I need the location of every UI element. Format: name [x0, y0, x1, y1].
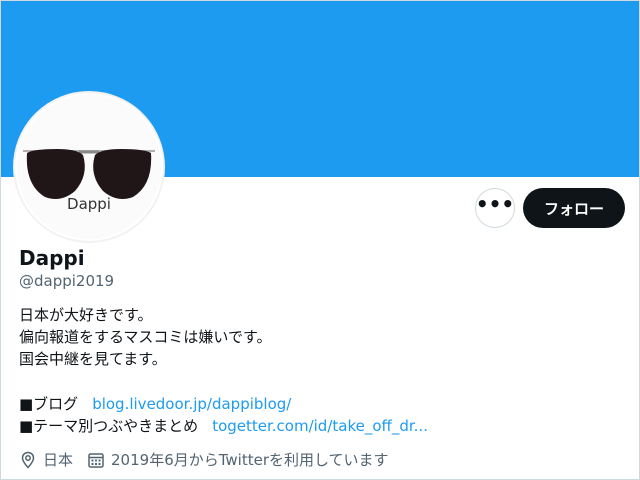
togetter-link[interactable]: togetter.com/id/take_off_dr...: [212, 417, 428, 435]
user-handle: @dappi2019: [19, 272, 115, 290]
location-text: 日本: [43, 451, 74, 469]
bio-link-row-togetter: ■テーマ別つぶやきまとめ togetter.com/id/take_off_dr.…: [19, 415, 428, 436]
avatar-logo-text: Dappi: [67, 195, 111, 213]
follow-button[interactable]: フォロー: [523, 188, 625, 228]
calendar-icon: [87, 451, 105, 469]
bio-line: 日本が大好きです。: [19, 306, 153, 324]
sunglasses-logo-icon: [23, 149, 155, 199]
profile-bio: 日本が大好きです。 偏向報道をするマスコミは嫌いです。 国会中継を見てます。: [19, 304, 271, 370]
bio-line: 国会中継を見てます。: [19, 350, 167, 368]
blog-link[interactable]: blog.livedoor.jp/dappiblog/: [92, 395, 291, 413]
avatar[interactable]: Dappi: [13, 91, 165, 243]
more-dots-icon: •••: [475, 192, 515, 216]
profile-page: Dappi ••• フォロー Dappi @dappi2019 日本が大好きです…: [0, 0, 640, 480]
avatar-image: Dappi: [17, 95, 161, 239]
location-pin-icon: [19, 451, 37, 469]
joined-date-text: 2019年6月からTwitterを利用しています: [111, 451, 389, 469]
profile-meta: 日本 2019年6月からTwitterを利用しています: [19, 449, 389, 470]
bio-link-label: ■ブログ: [19, 395, 79, 413]
bio-link-row-blog: ■ブログ blog.livedoor.jp/dappiblog/: [19, 393, 291, 414]
more-options-button[interactable]: •••: [475, 188, 515, 228]
bio-link-label: ■テーマ別つぶやきまとめ: [19, 417, 199, 435]
bio-line: 偏向報道をするマスコミは嫌いです。: [19, 328, 272, 346]
display-name: Dappi: [19, 246, 85, 270]
